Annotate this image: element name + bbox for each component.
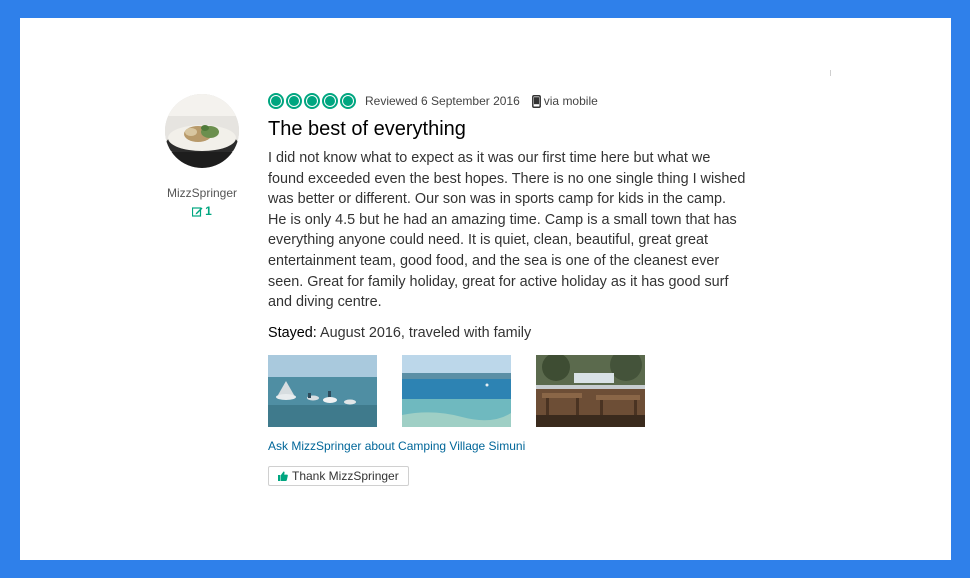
review-title[interactable]: The best of everything [268,118,466,141]
thank-reviewer-button[interactable]: Thank MizzSpringer [268,466,409,486]
via-mobile-label: via mobile [543,94,598,108]
review-photo[interactable] [402,355,511,427]
rating-bubble-icon [268,93,284,109]
rating-bubble-icon [322,93,338,109]
thumbs-up-icon [278,471,288,481]
thank-reviewer-label: Thank MizzSpringer [292,469,399,483]
contribution-count[interactable]: 1 [140,204,264,218]
review-photos [268,355,645,427]
review-meta: Reviewed 6 September 2016 via mobile [268,91,598,111]
review-photo[interactable] [536,355,645,427]
review-photo[interactable] [268,355,377,427]
contribution-count-value: 1 [205,204,212,218]
review-card: MizzSpringer 1 Reviewed 6 September 2016… [20,18,951,560]
food-photo-avatar-icon [165,94,239,168]
reviewer-username[interactable]: MizzSpringer [140,186,264,200]
edit-pencil-icon [192,206,203,217]
ask-reviewer-link[interactable]: Ask MizzSpringer about Camping Village S… [268,439,525,453]
reviewer-avatar[interactable] [165,94,239,168]
rating-bubble-icon [304,93,320,109]
rating-bubble-icon [340,93,356,109]
rating-bubble-icon [286,93,302,109]
mobile-phone-icon [531,94,541,108]
divider-tick [830,70,831,76]
bubble-rating [268,93,356,109]
via-mobile: via mobile [531,94,598,108]
stayed-label: Stayed: [268,325,317,341]
terrace-restaurant-photo-icon [536,355,645,427]
review-date: Reviewed 6 September 2016 [365,94,520,108]
stayed-info: Stayed: August 2016, traveled with famil… [268,325,531,341]
water-park-photo-icon [268,355,377,427]
stayed-value: August 2016, traveled with family [316,325,532,341]
review-body: I did not know what to expect as it was … [268,150,746,311]
clear-sea-photo-icon [402,355,511,427]
